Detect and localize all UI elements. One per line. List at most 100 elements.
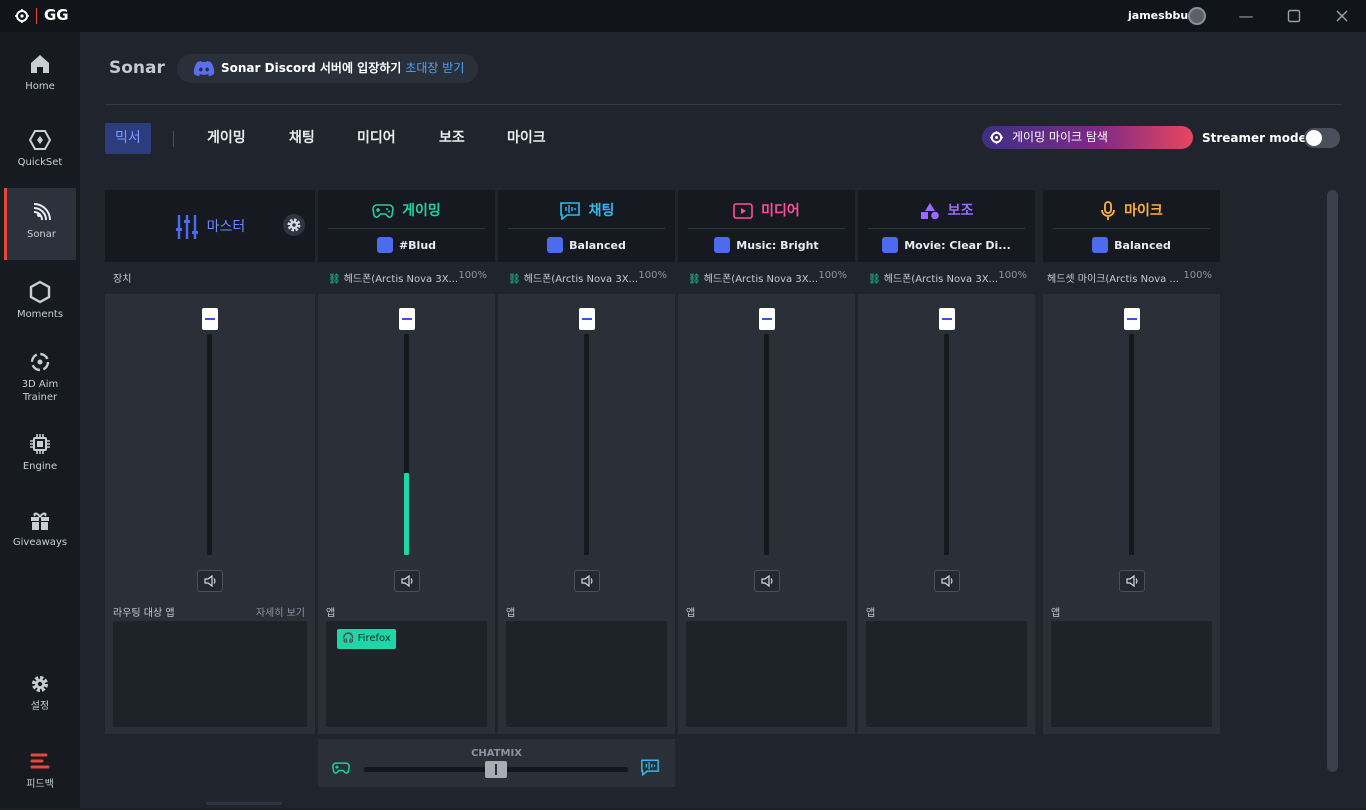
main-scrollbar[interactable] xyxy=(1327,190,1338,772)
mute-button[interactable] xyxy=(1118,570,1145,592)
channel-title-text: 마이크 xyxy=(1124,203,1163,219)
tab-gaming[interactable]: 게이밍 xyxy=(207,123,246,154)
volume-thumb[interactable] xyxy=(938,308,955,330)
close-icon[interactable] xyxy=(1332,6,1352,26)
preset-selector[interactable]: Movie: Clear Di... xyxy=(858,237,1035,254)
sidebar-item-label: QuickSet xyxy=(17,157,63,168)
app-chip-firefox[interactable]: 🎧 Firefox xyxy=(337,629,396,649)
master-device-label: 장치 xyxy=(113,274,132,284)
mute-button[interactable] xyxy=(573,570,600,592)
mute-button[interactable] xyxy=(393,570,420,592)
channel-header: 마이크 Balanced xyxy=(1043,190,1220,262)
tab-media[interactable]: 미디어 xyxy=(357,123,396,154)
gaming-mic-promo-button[interactable]: 게이밍 마이크 탐색 xyxy=(982,126,1193,149)
sidebar-item-sonar[interactable]: Sonar xyxy=(4,188,76,260)
volume-track[interactable] xyxy=(763,334,769,555)
main-panel: Sonar Sonar Discord 서버에 입장하기 초대장 받기 믹서 게이… xyxy=(80,32,1366,808)
tab-separator xyxy=(173,131,174,147)
sidebar-item-settings[interactable]: 설정 xyxy=(4,660,76,732)
discord-invite-banner[interactable]: Sonar Discord 서버에 입장하기 초대장 받기 xyxy=(177,54,479,83)
mic-promo-label: 게이밍 마이크 탐색 xyxy=(1012,130,1108,144)
gamepad-icon xyxy=(332,762,350,774)
sidebar-item-feedback[interactable]: 피드백 xyxy=(4,738,76,810)
master-volume-thumb[interactable] xyxy=(202,308,218,330)
view-details-link[interactable]: 자세히 보기 xyxy=(256,604,305,619)
volume-track[interactable] xyxy=(583,334,589,555)
tab-mixer[interactable]: 믹서 xyxy=(105,123,151,154)
volume-thumb[interactable] xyxy=(758,308,775,330)
preset-name: #Blud xyxy=(398,239,437,252)
channel-title: 미디어 xyxy=(678,200,855,220)
header-divider xyxy=(868,228,1025,229)
volume-percent: 100% xyxy=(637,270,667,281)
sidebar-item-quickset[interactable]: QuickSet xyxy=(4,116,76,188)
output-device[interactable]: ⛓ 헤드폰(Arctis Nova 3X... 100% xyxy=(498,270,675,284)
maximize-icon[interactable] xyxy=(1284,6,1304,26)
discord-invite-link[interactable]: 초대장 받기 xyxy=(405,61,464,75)
sidebar-item-engine[interactable]: Engine xyxy=(4,420,76,492)
play-icon xyxy=(733,203,753,219)
sidebar-item-home[interactable]: Home xyxy=(4,40,76,112)
master-settings-icon[interactable] xyxy=(283,214,305,236)
streamer-mode-toggle[interactable] xyxy=(1304,128,1340,148)
preset-selector[interactable]: #Blud xyxy=(318,237,495,254)
sidebar-item-label: Moments xyxy=(16,309,64,320)
preset-selector[interactable]: Balanced xyxy=(1043,237,1220,254)
discord-banner-text: Sonar Discord 서버에 입장하기 xyxy=(221,61,402,75)
sidebar-item-label: Giveaways xyxy=(12,537,68,548)
volume-thumb[interactable] xyxy=(1123,308,1140,330)
device-name: 헤드셋 마이크(Arctis Nova ... xyxy=(1047,274,1179,284)
preset-icon xyxy=(714,237,731,253)
sidebar-item-giveaways[interactable]: Giveaways xyxy=(4,496,76,568)
channel-title: 채팅 xyxy=(498,200,675,221)
speaker-icon xyxy=(940,575,952,587)
master-mute-button[interactable] xyxy=(197,570,223,592)
sidebar-item-3d-aim-trainer[interactable]: 3D Aim Trainer xyxy=(4,338,76,410)
output-device[interactable]: ⛓ 헤드폰(Arctis Nova 3X... 100% xyxy=(318,270,495,284)
apps-label: 앱 xyxy=(1051,608,1061,619)
channel-title-text: 미디어 xyxy=(761,203,800,219)
device-name: 헤드폰(Arctis Nova 3X... xyxy=(883,274,999,284)
volume-thumb[interactable] xyxy=(398,308,415,330)
fader-panel: 앱 xyxy=(858,294,1035,734)
routed-apps-box xyxy=(113,621,307,727)
channel-title: 게이밍 xyxy=(318,200,495,220)
mute-button[interactable] xyxy=(933,570,960,592)
streamer-mode-label: Streamer mode xyxy=(1202,131,1307,145)
bottom-handle xyxy=(206,802,282,805)
app-name: Firefox xyxy=(357,633,391,644)
username[interactable]: jamesbbun xyxy=(1128,9,1196,22)
mute-button[interactable] xyxy=(753,570,780,592)
tab-mic[interactable]: 마이크 xyxy=(507,123,546,154)
fader-panel: 앱 xyxy=(678,294,855,734)
home-icon xyxy=(31,55,49,73)
volume-track[interactable] xyxy=(1128,334,1134,555)
avatar[interactable] xyxy=(1188,7,1206,25)
tab-aux[interactable]: 보조 xyxy=(439,123,465,154)
preset-icon xyxy=(376,237,393,253)
master-volume-track[interactable] xyxy=(207,334,212,555)
header-divider xyxy=(508,228,665,229)
preset-selector[interactable]: Music: Bright xyxy=(678,237,855,254)
volume-thumb[interactable] xyxy=(578,308,595,330)
apps-box xyxy=(1051,621,1212,727)
chat-waveform-icon xyxy=(559,202,580,221)
routed-apps-label: 라우팅 대상 앱 xyxy=(113,608,175,619)
output-device[interactable]: ⛓ 헤드폰(Arctis Nova 3X... 100% xyxy=(858,270,1035,284)
volume-track[interactable] xyxy=(403,334,409,555)
output-device[interactable]: ⛓ 헤드폰(Arctis Nova 3X... 100% xyxy=(678,270,855,284)
preset-selector[interactable]: Balanced xyxy=(498,237,675,254)
sidebar-item-moments[interactable]: Moments xyxy=(4,268,76,340)
headphones-icon: 🎧 xyxy=(342,633,355,644)
tab-chat[interactable]: 채팅 xyxy=(289,123,315,154)
engine-icon xyxy=(30,434,50,454)
apps-label: 앱 xyxy=(686,608,696,619)
channel-header: 미디어 Music: Bright xyxy=(678,190,855,262)
fader-panel: 앱 🎧 Firefox xyxy=(318,294,495,734)
minimize-icon[interactable]: — xyxy=(1236,6,1256,26)
input-device[interactable]: 헤드셋 마이크(Arctis Nova ... 100% xyxy=(1043,270,1220,284)
link-icon: ⛓ xyxy=(868,274,881,284)
chatmix-thumb[interactable] xyxy=(485,761,507,778)
volume-track[interactable] xyxy=(943,334,949,555)
speaker-icon xyxy=(760,575,772,587)
